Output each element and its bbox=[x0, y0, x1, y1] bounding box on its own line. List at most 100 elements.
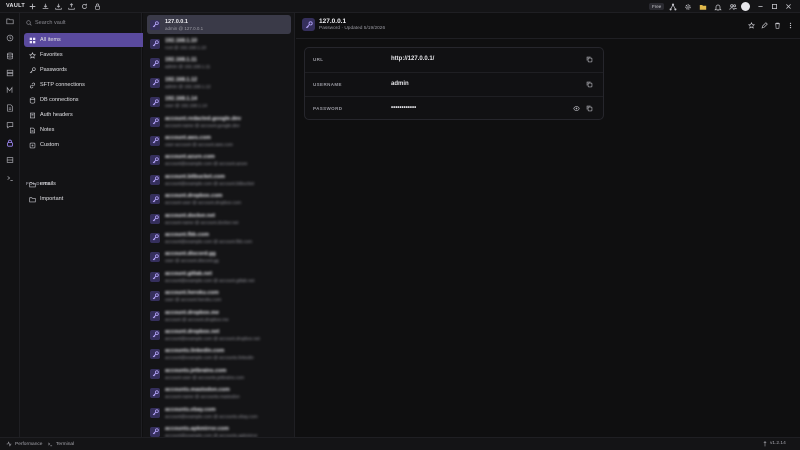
list-item-title: accounts.jetbrains.com bbox=[165, 367, 227, 374]
history-icon[interactable] bbox=[5, 33, 15, 43]
terminal-icon[interactable] bbox=[5, 173, 15, 183]
performance-button[interactable]: Performance bbox=[6, 441, 42, 447]
lock-icon[interactable] bbox=[93, 2, 102, 11]
key-icon bbox=[150, 116, 160, 127]
star-icon[interactable] bbox=[747, 21, 756, 30]
list-item-subtitle: account-name @ account.google.dev bbox=[165, 122, 240, 128]
list-item[interactable]: account.heroku.com user @ account.heroku.… bbox=[147, 287, 291, 306]
list-item-text: account.fbb.com account@example.com @ acc… bbox=[165, 232, 252, 244]
database-icon bbox=[28, 96, 36, 104]
list-item[interactable]: accounts.mastodon.com account-name @ acco… bbox=[147, 384, 291, 403]
avatar[interactable] bbox=[741, 2, 750, 11]
list-item-text: accounts.apkmirror.com account@example.co… bbox=[165, 426, 257, 437]
database-icon[interactable] bbox=[5, 51, 15, 61]
category-label: Custom bbox=[40, 142, 59, 148]
copy-icon[interactable] bbox=[585, 80, 594, 89]
folder-icon[interactable] bbox=[5, 16, 15, 26]
download-icon[interactable] bbox=[41, 2, 50, 11]
list-item-title: 192.168.1.14 bbox=[165, 96, 198, 103]
list-item[interactable]: account.dropbox.me account @ account.drop… bbox=[147, 306, 291, 325]
list-item[interactable]: 192.168.1.10 root @ 192.168.1.10 bbox=[147, 34, 291, 53]
list-item[interactable]: 192.168.1.11 admin @ 192.168.1.11 bbox=[147, 54, 291, 73]
category-all-items[interactable]: All items 262 bbox=[24, 33, 158, 47]
list-item-text: account.azure.com account@example.com @ a… bbox=[165, 154, 247, 166]
category-passwords[interactable]: Passwords 259 bbox=[24, 63, 158, 77]
list-item[interactable]: accounts.ebay.com account@example.com @ a… bbox=[147, 403, 291, 422]
edit-icon[interactable] bbox=[760, 21, 769, 30]
minimize-icon[interactable] bbox=[756, 2, 764, 11]
settings-icon[interactable] bbox=[683, 2, 692, 11]
copy-icon[interactable] bbox=[585, 104, 594, 113]
list-item-text: account.bitbucket.com account@example.com… bbox=[165, 174, 254, 186]
category-favorites[interactable]: Favorites 0 bbox=[24, 48, 158, 62]
close-icon[interactable] bbox=[784, 2, 792, 11]
list-item[interactable]: account.fbb.com account@example.com @ acc… bbox=[147, 228, 291, 247]
detail-panel: 127.0.0.1 Password · Updated 5/19/2026 U… bbox=[296, 13, 800, 437]
maximize-icon[interactable] bbox=[770, 2, 778, 11]
key-icon bbox=[150, 97, 160, 108]
category-custom[interactable]: Custom 0 bbox=[24, 138, 158, 152]
list-item[interactable]: account.azure.com account@example.com @ a… bbox=[147, 151, 291, 170]
eye-icon[interactable] bbox=[572, 104, 581, 113]
list-item[interactable]: account.redacted.google.dev account-name … bbox=[147, 112, 291, 131]
import-icon[interactable] bbox=[54, 2, 63, 11]
field-value[interactable]: •••••••••••• bbox=[391, 105, 416, 111]
folder-icon[interactable] bbox=[698, 2, 707, 11]
category-notes[interactable]: Notes 3 bbox=[24, 123, 158, 137]
field-value[interactable]: admin bbox=[391, 81, 409, 87]
export-icon[interactable] bbox=[67, 2, 76, 11]
list-item[interactable]: accounts.jetbrains.com account-user @ acc… bbox=[147, 364, 291, 383]
list-item[interactable]: 192.168.1.12 admin @ 192.168.1.12 bbox=[147, 73, 291, 92]
list-item[interactable]: account.dropbox.com account-user @ accoun… bbox=[147, 190, 291, 209]
list-item[interactable]: 192.168.1.14 user @ 192.168.1.14 bbox=[147, 93, 291, 112]
file-icon[interactable] bbox=[5, 103, 15, 113]
list-item[interactable]: account.gitlab.net account@example.com @ … bbox=[147, 267, 291, 286]
key-icon bbox=[150, 174, 160, 185]
field-password: PASSWORD •••••••••••• bbox=[305, 96, 603, 120]
share-icon[interactable] bbox=[668, 2, 677, 11]
terminal-button[interactable]: Terminal bbox=[47, 441, 74, 447]
category-auth-headers[interactable]: Auth headers 0 bbox=[24, 108, 158, 122]
bell-icon[interactable] bbox=[713, 2, 722, 11]
search-box[interactable] bbox=[24, 17, 138, 29]
key-icon bbox=[150, 155, 160, 166]
trash-icon[interactable] bbox=[773, 21, 782, 30]
field-value[interactable]: http://127.0.0.1/ bbox=[391, 56, 434, 62]
folder-important[interactable]: Important 4 bbox=[24, 192, 158, 206]
list-item-title: account.gitlab.net bbox=[165, 270, 213, 277]
list-item-title: account.heroku.com bbox=[165, 290, 219, 297]
search-input[interactable] bbox=[35, 20, 135, 26]
title-toolbar bbox=[28, 2, 102, 11]
list-item[interactable]: 127.0.0.1 admin @ 127.0.0.1 bbox=[147, 15, 291, 34]
list-item-text: account.dropbox.net account@example.com @… bbox=[165, 329, 260, 341]
list-item-subtitle: user @ account.discord.gg bbox=[165, 258, 219, 264]
list-item[interactable]: account.docker.net account-name @ account… bbox=[147, 209, 291, 228]
list-item[interactable]: account.discord.gg user @ account.discord… bbox=[147, 248, 291, 267]
list-item-title: account.redacted.google.dev bbox=[165, 115, 242, 122]
lock-icon[interactable] bbox=[5, 138, 15, 148]
plus-icon[interactable] bbox=[28, 2, 37, 11]
list-item-text: accounts.jetbrains.com account-user @ acc… bbox=[165, 368, 244, 380]
list-item-title: 127.0.0.1 bbox=[165, 18, 188, 25]
list-item-subtitle: user @ account.heroku.com bbox=[165, 297, 222, 303]
sync-icon[interactable] bbox=[762, 441, 768, 447]
refresh-icon[interactable] bbox=[80, 2, 89, 11]
copy-icon[interactable] bbox=[585, 55, 594, 64]
more-icon[interactable] bbox=[786, 21, 795, 30]
users-icon[interactable] bbox=[728, 2, 737, 11]
plan-badge[interactable]: Free bbox=[649, 3, 665, 10]
metrics-icon[interactable] bbox=[5, 85, 15, 95]
server-icon[interactable] bbox=[5, 68, 15, 78]
list-item-subtitle: account-user @ accounts.jetbrains.com bbox=[165, 374, 245, 380]
list-item[interactable]: account.dropbox.net account@example.com @… bbox=[147, 325, 291, 344]
chat-icon[interactable] bbox=[5, 120, 15, 130]
folder-emails[interactable]: emails 6 bbox=[24, 177, 158, 191]
list-item[interactable]: account.bitbucket.com account@example.com… bbox=[147, 170, 291, 189]
list-item[interactable]: accounts.apkmirror.com account@example.co… bbox=[147, 422, 291, 437]
list-item[interactable]: account.aws.com user-account @ account.aw… bbox=[147, 131, 291, 150]
window-controls bbox=[756, 2, 792, 11]
storage-icon[interactable] bbox=[5, 155, 15, 165]
list-item[interactable]: accounts.linkedin.com account@example.com… bbox=[147, 345, 291, 364]
category-sftp-connections[interactable]: SFTP connections 0 bbox=[24, 78, 158, 92]
category-db-connections[interactable]: DB connections 0 bbox=[24, 93, 158, 107]
